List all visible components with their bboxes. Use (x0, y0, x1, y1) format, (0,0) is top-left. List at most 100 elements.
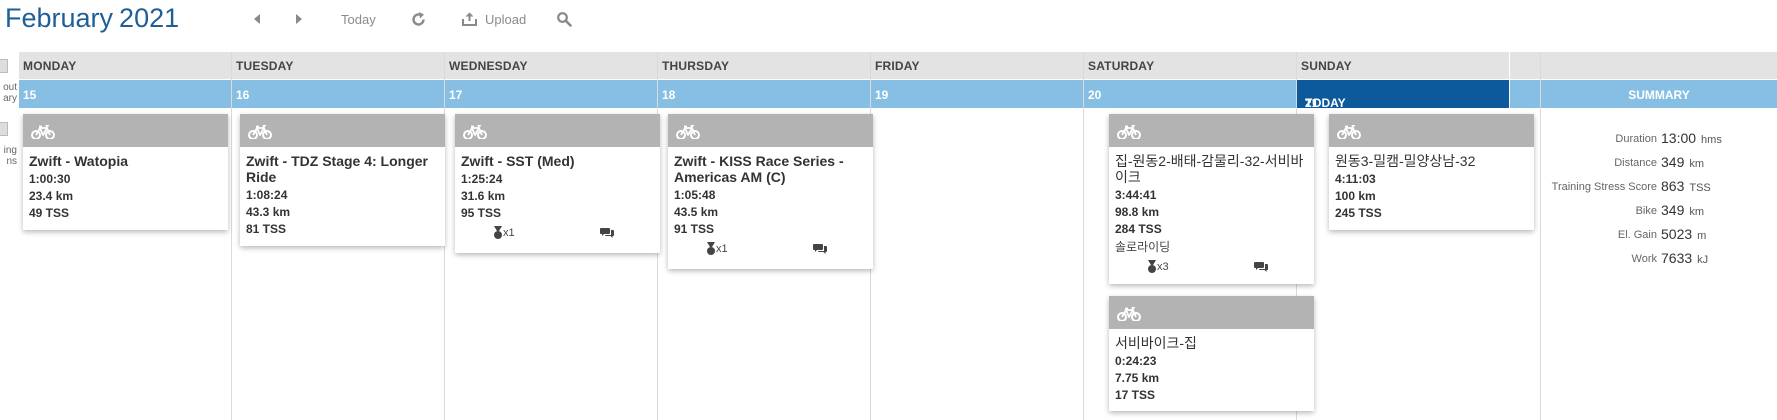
workout-card-monday[interactable]: Zwift - Watopia 1:00:30 23.4 km 49 TSS (23, 114, 228, 230)
date-bar-17[interactable]: 17 (445, 80, 657, 108)
medal-icon (494, 226, 502, 239)
chevron-right-icon (296, 14, 302, 24)
bike-icon (1117, 125, 1141, 139)
today-button[interactable]: Today (341, 8, 376, 30)
workout-card-tuesday[interactable]: Zwift - TDZ Stage 4: Longer Ride 1:08:24… (240, 114, 445, 246)
comment-icon[interactable] (1254, 261, 1268, 273)
training-plans-tab-icon[interactable] (0, 122, 8, 136)
day-name: MONDAY (23, 59, 77, 73)
workout-distance: 23.4 km (29, 189, 74, 203)
summary-value: 863 TSS (1661, 178, 1711, 194)
medal-count[interactable]: x1 (706, 242, 728, 255)
workout-distance: 100 km (1335, 189, 1376, 203)
summary-value: 349 km (1661, 202, 1704, 218)
date-bar-16[interactable]: 16 (232, 80, 444, 108)
bike-icon (463, 125, 487, 139)
card-header (1109, 114, 1314, 147)
date-bar-spacer (1510, 80, 1540, 108)
bike-icon (248, 125, 272, 139)
side-tab-2-line2: ns (6, 156, 17, 167)
workout-title: 원동3-밀캠-밀양상남-32 (1335, 153, 1476, 169)
date-bar-18[interactable]: 18 (658, 80, 870, 108)
year-label: 2021 (119, 3, 180, 33)
summary-row-distance: Distance 349 km (1541, 151, 1751, 173)
workout-title: Zwift - Watopia (29, 153, 129, 169)
prev-week-button[interactable] (252, 8, 262, 30)
value-unit: kJ (1697, 254, 1709, 266)
card-footer: x1 (668, 240, 873, 260)
summary-value: 349 km (1661, 154, 1704, 170)
value-number: 863 (1661, 178, 1685, 194)
date-number-today: 21 TODAY (1301, 88, 1346, 110)
workout-title: Zwift - KISS Race Series - Americas AM (… (674, 153, 844, 185)
today-badge: TODAY (1305, 96, 1346, 110)
day-header-tuesday: TUESDAY (232, 52, 444, 79)
medal-icon (707, 242, 715, 255)
workout-card-saturday-1[interactable]: 집-원동2-배태-감물리-32-서비바이크 3:44:41 98.8 km 28… (1109, 114, 1314, 284)
day-header-thursday: THURSDAY (658, 52, 870, 79)
workout-tss: 81 TSS (246, 222, 287, 236)
date-bar-21-today[interactable]: 21 TODAY (1297, 80, 1509, 110)
date-number: 16 (236, 88, 250, 102)
upload-button-label: Upload (485, 11, 527, 27)
bike-icon (676, 125, 700, 139)
workout-distance: 43.3 km (246, 205, 291, 219)
search-button[interactable] (556, 8, 572, 30)
workout-duration: 1:25:24 (461, 172, 503, 186)
card-header (240, 114, 445, 147)
workout-tss: 17 TSS (1115, 388, 1156, 402)
medal-count-label: x3 (1157, 260, 1169, 273)
day-header-saturday: SATURDAY (1084, 52, 1296, 79)
summary-label: Bike (1635, 205, 1657, 217)
summary-bar: SUMMARY (1541, 80, 1777, 108)
card-header (1329, 114, 1534, 147)
bike-icon (31, 125, 55, 139)
workout-tss: 284 TSS (1115, 222, 1162, 236)
medal-count[interactable]: x3 (1147, 260, 1169, 273)
workout-card-thursday[interactable]: Zwift - KISS Race Series - Americas AM (… (668, 114, 873, 269)
column-divider (231, 52, 232, 420)
workout-card-saturday-2[interactable]: 서비바이크-집 0:24:23 7.75 km 17 TSS (1109, 296, 1314, 411)
summary-label: Distance (1614, 157, 1657, 169)
day-name: TUESDAY (236, 59, 294, 73)
workout-duration: 0:24:23 (1115, 354, 1157, 368)
summary-value: 7633 kJ (1661, 250, 1708, 266)
side-tab-1-line2: ary (3, 93, 17, 104)
summary-row-tss: Training Stress Score 863 TSS (1541, 175, 1751, 197)
comment-icon[interactable] (813, 243, 827, 255)
day-name: THURSDAY (662, 59, 730, 73)
workout-library-tab-icon[interactable] (0, 59, 8, 73)
date-bar-15[interactable]: 15 (19, 80, 231, 108)
search-icon (557, 12, 572, 27)
date-bar-20[interactable]: 20 (1084, 80, 1296, 108)
value-unit: hms (1701, 134, 1722, 146)
date-number: 19 (875, 88, 889, 102)
summary-row-duration: Duration 13:00 hms (1541, 127, 1751, 149)
workout-distance: 98.8 km (1115, 205, 1160, 219)
workout-duration: 3:44:41 (1115, 188, 1157, 202)
summary-row-elevation-gain: El. Gain 5023 m (1541, 223, 1751, 245)
upload-button[interactable]: Upload (461, 8, 526, 30)
date-bar-19[interactable]: 19 (871, 80, 1083, 108)
workout-tss: 91 TSS (674, 222, 715, 236)
summary-label: El. Gain (1617, 229, 1657, 241)
card-header (668, 114, 873, 147)
date-number: 20 (1088, 88, 1102, 102)
refresh-button[interactable] (410, 8, 427, 30)
workout-card-wednesday[interactable]: Zwift - SST (Med) 1:25:24 31.6 km 95 TSS… (455, 114, 660, 253)
value-number: 5023 (1661, 226, 1693, 242)
workout-title: 집-원동2-배태-감물리-32-서비바이크 (1115, 153, 1304, 185)
workout-distance: 43.5 km (674, 205, 719, 219)
next-week-button[interactable] (294, 8, 304, 30)
side-panel-stub: out ary ing ns (0, 52, 18, 172)
value-number: 349 (1661, 154, 1685, 170)
workout-duration: 1:00:30 (29, 172, 71, 186)
card-footer: x3 (1109, 258, 1314, 278)
comment-icon[interactable] (600, 227, 614, 239)
day-name: SUNDAY (1301, 59, 1352, 73)
medal-count[interactable]: x1 (493, 226, 515, 239)
workout-tss: 95 TSS (461, 206, 502, 220)
summary-header (1541, 52, 1777, 79)
workout-distance: 31.6 km (461, 189, 506, 203)
workout-card-sunday[interactable]: 원동3-밀캠-밀양상남-32 4:11:03 100 km 245 TSS (1329, 114, 1534, 230)
